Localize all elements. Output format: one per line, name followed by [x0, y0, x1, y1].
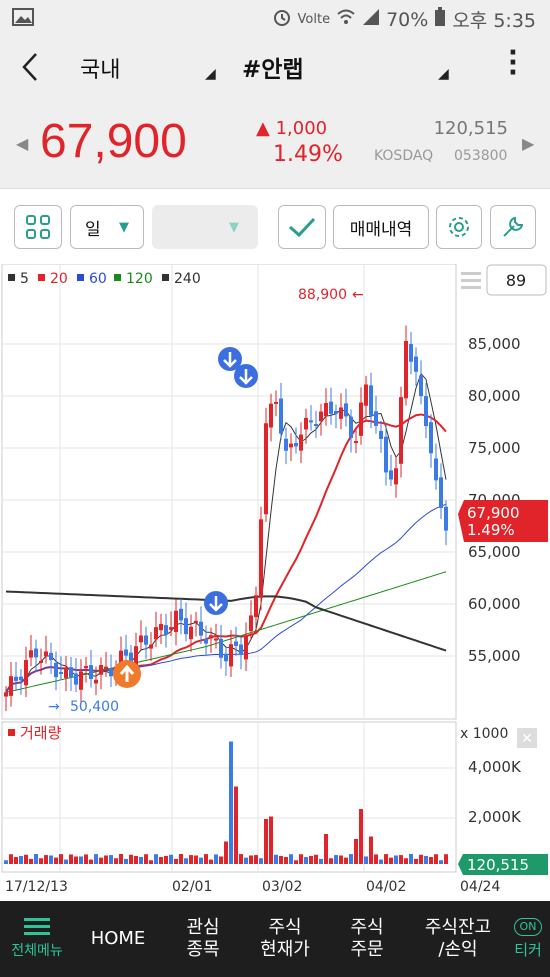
chart-canvas[interactable]: 5 20 60 120 240 89 85,000 80,000 75,000 …: [0, 263, 550, 901]
date-label: 04/24: [460, 879, 500, 895]
indicator-select[interactable]: ▼: [152, 205, 258, 249]
battery-level: 70%: [386, 8, 429, 31]
volume-axis-label: 2,000K: [468, 808, 522, 826]
nav-all-menu[interactable]: 전체메뉴: [0, 901, 74, 977]
stock-chart[interactable]: 5 20 60 120 240 89 85,000 80,000 75,000 …: [0, 263, 550, 901]
current-price-tag-value: 67,900: [467, 504, 520, 522]
nav-ticker[interactable]: ON 티커: [506, 901, 550, 977]
gear-icon: [449, 217, 469, 237]
high-price-label: 88,900: [298, 287, 347, 303]
nav-label: 전체메뉴: [11, 943, 63, 959]
check-icon: [289, 217, 316, 238]
status-bar: Volte 70% 오후 5:35: [0, 0, 550, 38]
price-axis-label: 65,000: [468, 543, 521, 561]
nav-home[interactable]: HOME: [78, 901, 158, 977]
more-menu-icon[interactable]: · · ·: [508, 40, 518, 86]
date-label: 03/02: [262, 879, 302, 895]
trade-history-button[interactable]: 매매내역: [333, 205, 429, 249]
volume-tag-value: 120,515: [467, 856, 529, 874]
legend-ma240: 240: [174, 271, 201, 287]
menu-icon: [24, 918, 50, 935]
prev-stock-icon[interactable]: ◀: [16, 134, 28, 153]
signal-icon: [362, 8, 380, 31]
sell-signal-icon[interactable]: [204, 591, 228, 615]
wifi-icon: [336, 8, 356, 31]
high-arrow-icon: ←: [352, 287, 364, 303]
market-name: KOSDAQ: [374, 148, 434, 164]
price-change-pct: 1.49%: [273, 142, 343, 167]
clock: 오후 5:35: [452, 10, 536, 32]
current-price-tag-pct: 1.49%: [467, 521, 515, 539]
current-price-tag: 67,900 1.49%: [458, 500, 548, 542]
quote-panel: ◀ 67,900 ▲ 1,000 1.49% 120,515 KOSDAQ 05…: [0, 100, 550, 188]
network-label: Volte: [297, 12, 331, 27]
nav-watchlist[interactable]: 관심 종목: [162, 901, 244, 977]
legend-ma60: 60: [89, 271, 107, 287]
back-icon[interactable]: [18, 50, 42, 92]
period-value: 일: [85, 219, 101, 240]
buy-signal-icon[interactable]: [113, 660, 141, 688]
price-axis-label: 60,000: [468, 595, 521, 613]
date-label: 17/12/13: [5, 879, 68, 895]
low-arrow-icon: →: [48, 699, 60, 715]
app-bar: 국내 ◢ #안랩 ◢ · · ·: [0, 38, 550, 100]
stock-code: 053800: [454, 148, 508, 164]
volume-unit: x 1000: [460, 726, 508, 742]
legend-ma5: 5: [20, 271, 29, 287]
grid-layout-button[interactable]: [14, 205, 62, 249]
legend-ma20: 20: [50, 271, 68, 287]
caret-down-icon[interactable]: ◢: [438, 66, 449, 82]
tools-button[interactable]: [490, 205, 536, 249]
gallery-icon: [12, 8, 34, 31]
wrench-icon: [503, 216, 524, 237]
bottom-nav: 전체메뉴 HOME 관심 종목 주식 현재가 주식 주문 주식잔고 /손익 ON…: [0, 901, 550, 977]
current-price: 67,900: [40, 115, 187, 168]
hamburger-icon[interactable]: [461, 272, 481, 289]
grid-icon: [26, 215, 50, 239]
price-change-value: 1,000: [275, 118, 328, 139]
chart-toolbar: 일 ▼ ▼ 매매내역: [0, 188, 550, 264]
stock-name[interactable]: #안랩: [242, 50, 304, 84]
settings-button[interactable]: [436, 205, 482, 249]
market-selector[interactable]: 국내: [80, 52, 120, 84]
volume-axis-label: 4,000K: [468, 758, 522, 776]
period-select[interactable]: 일 ▼: [70, 205, 144, 249]
next-stock-icon[interactable]: ▶: [522, 134, 534, 153]
close-icon: ✕: [521, 731, 533, 747]
nav-order[interactable]: 주식 주문: [326, 901, 408, 977]
date-label: 04/02: [366, 879, 406, 895]
dropdown-caret-icon: ▼: [119, 219, 129, 235]
alarm-icon: [272, 7, 292, 32]
candle-count: 89: [506, 271, 526, 290]
battery-icon: [434, 7, 446, 32]
ticker-toggle[interactable]: ON: [513, 917, 543, 936]
trade-volume: 120,515: [433, 118, 508, 139]
price-axis-label: 75,000: [468, 439, 521, 457]
dropdown-caret-icon: ▼: [229, 219, 239, 235]
nav-balance[interactable]: 주식잔고 /손익: [410, 901, 506, 977]
low-price-label: 50,400: [70, 699, 119, 715]
price-axis-label: 55,000: [468, 647, 521, 665]
legend-ma120: 120: [126, 271, 153, 287]
confirm-button[interactable]: [278, 205, 326, 249]
volume-title: 거래량: [20, 724, 62, 742]
date-label: 02/01: [172, 879, 212, 895]
sell-signal-icon[interactable]: [234, 364, 258, 388]
nav-label: 티커: [514, 940, 542, 959]
nav-current-price[interactable]: 주식 현재가: [244, 901, 326, 977]
price-axis-label: 80,000: [468, 387, 521, 405]
caret-down-icon[interactable]: ◢: [205, 66, 216, 82]
price-change: ▲ 1,000: [256, 118, 328, 139]
price-axis-label: 85,000: [468, 335, 521, 353]
